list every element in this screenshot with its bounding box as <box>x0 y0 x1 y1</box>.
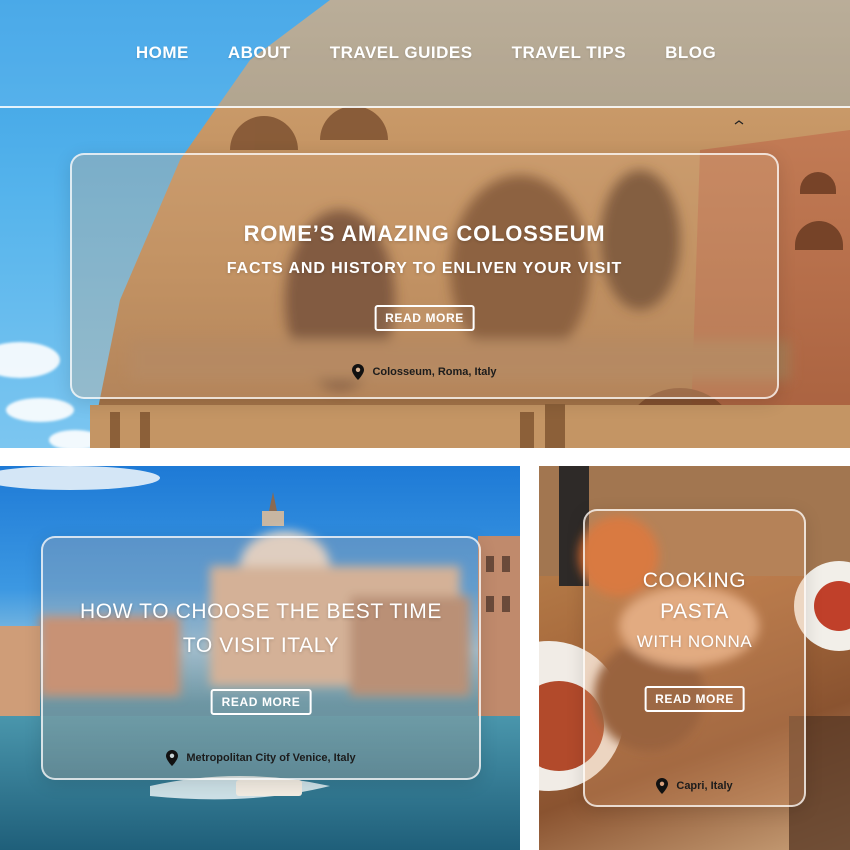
hero-section: HOME ABOUT TRAVEL GUIDES TRAVEL TIPS BLO… <box>0 0 850 448</box>
food-read-more-button[interactable]: READ MORE <box>644 686 745 712</box>
food-card-title-line3: WITH NONNA <box>636 632 753 651</box>
hero-read-more-button[interactable]: READ MORE <box>374 305 475 331</box>
food-card-title-line1: COOKING <box>642 569 747 592</box>
nav-about[interactable]: ABOUT <box>228 43 291 63</box>
venice-card-location: Metropolitan City of Venice, Italy <box>43 750 479 766</box>
map-pin-icon <box>166 750 179 766</box>
nav-travel-tips[interactable]: TRAVEL TIPS <box>512 43 626 63</box>
venice-card-title-line1: HOW TO CHOOSE THE BEST TIME <box>80 600 442 623</box>
food-card-location: Capri, Italy <box>585 778 804 794</box>
venice-location-text: Metropolitan City of Venice, Italy <box>186 752 356 764</box>
food-location-text: Capri, Italy <box>676 780 733 792</box>
map-pin-icon <box>352 364 365 380</box>
nav-home[interactable]: HOME <box>136 43 189 63</box>
venice-card-title-line2: TO VISIT ITALY <box>182 634 340 657</box>
venice-read-more-button[interactable]: READ MORE <box>210 689 312 715</box>
venice-panel: HOW TO CHOOSE THE BEST TIME TO VISIT ITA… <box>0 466 520 850</box>
venice-card: HOW TO CHOOSE THE BEST TIME TO VISIT ITA… <box>41 536 481 780</box>
hero-card-title: ROME’S AMAZING COLOSSEUM <box>243 221 606 246</box>
food-panel: COOKING PASTA WITH NONNA READ MORE Capri… <box>539 466 850 850</box>
main-navigation: HOME ABOUT TRAVEL GUIDES TRAVEL TIPS BLO… <box>0 0 850 108</box>
hero-card: ROME’S AMAZING COLOSSEUM FACTS AND HISTO… <box>70 153 779 399</box>
hero-card-subtitle: FACTS AND HISTORY TO ENLIVEN YOUR VISIT <box>226 260 623 277</box>
map-pin-icon <box>656 778 669 794</box>
food-card-title-line2: PASTA <box>660 600 729 623</box>
food-card: COOKING PASTA WITH NONNA READ MORE Capri… <box>583 509 806 807</box>
hero-card-location: Colosseum, Roma, Italy <box>72 364 777 380</box>
hero-location-text: Colosseum, Roma, Italy <box>372 366 497 378</box>
nav-blog[interactable]: BLOG <box>665 43 716 63</box>
nav-travel-guides[interactable]: TRAVEL GUIDES <box>330 43 473 63</box>
